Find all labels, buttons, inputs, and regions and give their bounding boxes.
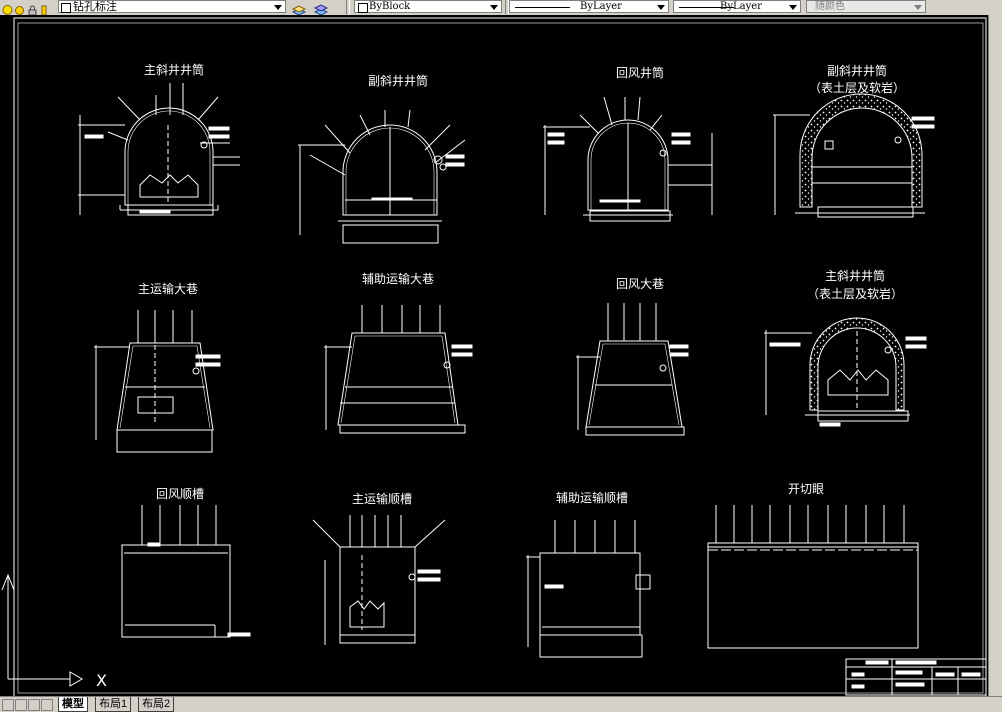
section-d8-main-shaft-soft-rock	[764, 317, 927, 427]
chevron-down-icon[interactable]	[657, 5, 665, 10]
model-space-canvas[interactable]: 主斜井井筒 副斜井井筒 回风井筒 副斜井井筒 （表土层及软岩） 主运输大巷 辅助…	[0, 15, 1002, 696]
tab-layout2[interactable]: 布局2	[138, 697, 175, 712]
section-d7-return-air-roadway	[576, 303, 689, 436]
title-d12: 开切眼	[788, 482, 824, 496]
linetype-value: ByLayer	[580, 1, 622, 12]
title-d11: 辅助运输顺槽	[556, 490, 628, 505]
linetype-combo[interactable]: ByLayer	[509, 0, 669, 13]
title-d8b: （表土层及软岩）	[807, 286, 903, 301]
last-tab-button[interactable]	[41, 699, 53, 711]
chevron-down-icon[interactable]	[274, 5, 282, 10]
layer-name: 钻孔标注	[73, 0, 117, 13]
section-d11-auxiliary-haulage-gateway	[526, 520, 651, 658]
ucs-x-label: X	[96, 671, 107, 690]
title-d5: 主运输大巷	[138, 281, 198, 296]
section-d6-auxiliary-haulage-roadway	[324, 305, 473, 434]
layer-previous-icon[interactable]	[313, 1, 329, 16]
section-d12-open-cut	[707, 505, 919, 649]
first-tab-button[interactable]	[2, 699, 14, 711]
title-d6: 辅助运输大巷	[362, 271, 434, 286]
color-value: ByBlock	[369, 1, 411, 12]
layer-combo[interactable]: 钻孔标注	[58, 0, 286, 13]
linetype-sample	[515, 7, 570, 8]
drawing-border	[13, 17, 987, 696]
plotstyle-value: 随颜色	[815, 1, 845, 12]
lightbulb-icon[interactable]	[2, 1, 13, 15]
section-d2-auxiliary-incline-shaft	[298, 109, 466, 244]
title-d1: 主斜井井筒	[144, 62, 204, 77]
toolbar-separator	[346, 0, 350, 14]
color-swatch	[358, 3, 368, 13]
next-tab-button[interactable]	[28, 699, 40, 711]
title-block	[845, 658, 987, 696]
lock-icon[interactable]	[27, 1, 38, 16]
section-d10-main-haulage-gateway	[312, 515, 446, 645]
section-d5-main-haulage-roadway	[94, 310, 221, 453]
title-d8a: 主斜井井筒	[825, 268, 885, 283]
chevron-down-icon[interactable]	[789, 5, 797, 10]
properties-toolbar: 钻孔标注 ByBlock ByLayer ByLayer 随颜色	[0, 0, 1002, 16]
drawing-inner-border	[17, 22, 984, 694]
sun-icon[interactable]	[14, 1, 25, 15]
drawing-svg: 主斜井井筒 副斜井井筒 回风井筒 副斜井井筒 （表土层及软岩） 主运输大巷 辅助…	[1, 17, 987, 696]
section-d3-return-air-shaft	[543, 96, 713, 222]
plotstyle-combo: 随颜色	[806, 0, 926, 13]
tab-model[interactable]: 模型	[58, 697, 88, 712]
lineweight-combo[interactable]: ByLayer	[673, 0, 801, 13]
make-current-layer-icon[interactable]	[291, 1, 307, 16]
chevron-down-icon	[914, 5, 922, 10]
tab-layout1[interactable]: 布局1	[95, 697, 132, 712]
lineweight-value: ByLayer	[720, 1, 762, 12]
prev-tab-button[interactable]	[15, 699, 27, 711]
title-d4b: （表土层及软岩）	[809, 80, 905, 95]
vertical-scrollbar[interactable]	[988, 15, 1002, 696]
title-d3: 回风井筒	[616, 65, 664, 80]
title-d10: 主运输顺槽	[352, 491, 412, 506]
section-d9-return-air-gateway	[121, 505, 251, 638]
title-d4a: 副斜井井筒	[827, 63, 887, 78]
section-d4-auxiliary-shaft-soft-rock	[773, 93, 935, 218]
color-combo[interactable]: ByBlock	[354, 0, 502, 13]
layer-color-icon[interactable]	[40, 1, 51, 16]
layer-color-swatch	[61, 3, 71, 13]
layout-tabs-bar: 模型 布局1 布局2	[0, 696, 1002, 712]
title-d9: 回风顺槽	[156, 487, 204, 501]
title-d2: 副斜井井筒	[368, 73, 428, 88]
chevron-down-icon[interactable]	[490, 5, 498, 10]
title-d7: 回风大巷	[616, 277, 664, 291]
section-d1-main-incline-shaft	[78, 83, 240, 216]
